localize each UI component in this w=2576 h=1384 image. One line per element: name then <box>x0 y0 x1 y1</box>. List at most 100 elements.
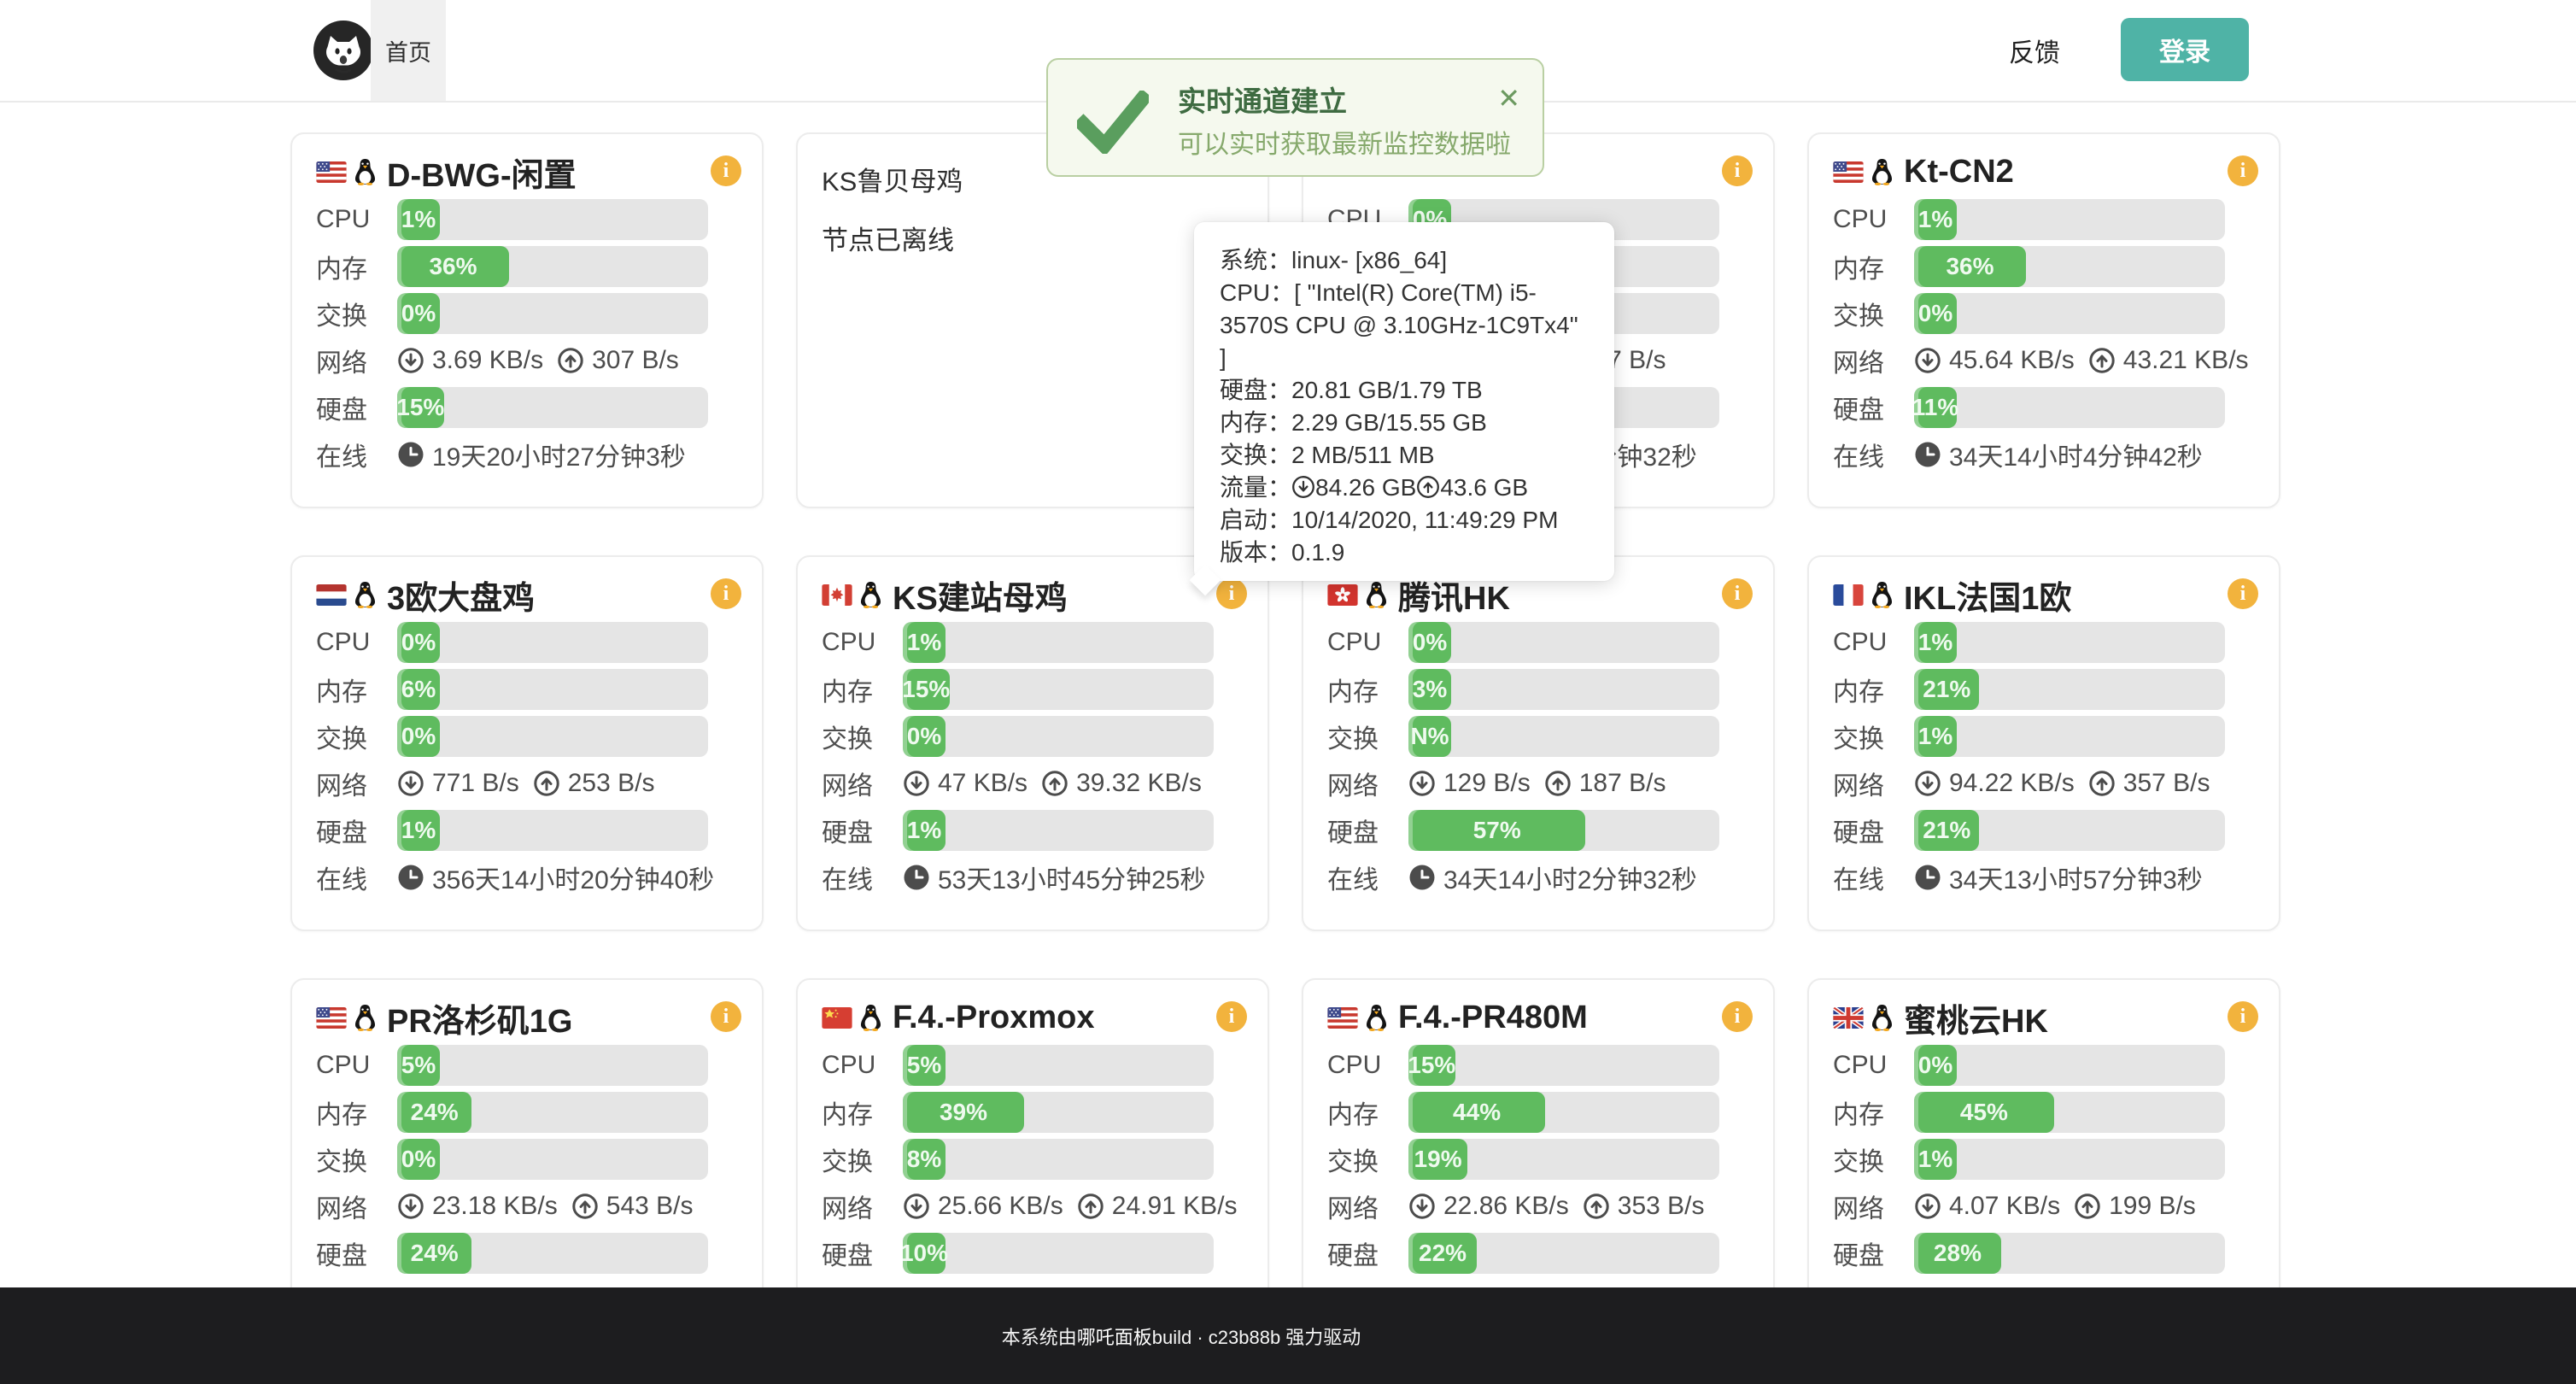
clock-icon <box>397 441 424 468</box>
linux-os-icon <box>1365 1004 1388 1031</box>
uptime-value: 34天13小时57分钟3秒 <box>1949 859 2203 896</box>
cpu-row: CPU 0% <box>1327 622 1773 663</box>
swap-percent: 1% <box>1918 1146 1952 1173</box>
disk-progress-bar: 21% <box>1914 810 2225 851</box>
info-icon[interactable]: i <box>711 1001 741 1032</box>
tab-home[interactable]: 首页 <box>371 0 446 101</box>
logo-avatar[interactable] <box>313 20 374 81</box>
memory-percent: 3% <box>1413 676 1447 703</box>
flag-us-icon <box>1327 1007 1358 1029</box>
info-icon[interactable]: i <box>1216 578 1247 609</box>
swap-percent: 19% <box>1414 1146 1462 1173</box>
cpu-progress-bar: 1% <box>903 622 1214 663</box>
network-row: 网络 771 B/s 253 B/s <box>316 763 762 804</box>
disk-progress-bar: 10% <box>903 1233 1214 1274</box>
cpu-progress-bar: 0% <box>1914 1045 2225 1086</box>
disk-percent: 22% <box>1419 1240 1467 1267</box>
network-label: 网络 <box>822 1188 903 1225</box>
download-speed: 94.22 KB/s <box>1949 769 2075 798</box>
linux-os-icon <box>1871 158 1894 185</box>
info-icon[interactable]: i <box>2228 578 2258 609</box>
memory-row: 内存 36% <box>316 246 762 287</box>
download-speed: 771 B/s <box>432 769 519 798</box>
memory-row: 内存 39% <box>822 1092 1268 1133</box>
swap-row: 交换 N% <box>1327 716 1773 757</box>
cpu-label: CPU <box>316 628 397 657</box>
server-card-header: 蜜桃云HK i <box>1833 997 2258 1038</box>
tooltip-line-value: 2 MB/511 MB <box>1291 442 1435 468</box>
cpu-progress-bar: 1% <box>397 199 708 240</box>
upload-arrow-icon <box>1583 1193 1610 1220</box>
nezha-panel-link[interactable]: 哪吒面板 <box>1077 1322 1152 1350</box>
info-icon[interactable]: i <box>1722 578 1753 609</box>
memory-label: 内存 <box>1327 1094 1408 1131</box>
download-arrow-icon <box>397 770 424 797</box>
network-label: 网络 <box>316 342 397 379</box>
swap-row: 交换 0% <box>316 1139 762 1180</box>
network-row: 网络 4.07 KB/s 199 B/s <box>1833 1186 2279 1227</box>
memory-label: 内存 <box>1833 1094 1914 1131</box>
disk-percent: 57% <box>1473 817 1521 844</box>
swap-percent: N% <box>1410 723 1449 750</box>
cpu-progress-bar: 1% <box>1914 622 2225 663</box>
info-icon[interactable]: i <box>2228 155 2258 186</box>
traffic-up-value: 43.6 GB <box>1440 474 1528 501</box>
close-icon[interactable]: ✕ <box>1497 82 1520 114</box>
disk-percent: 11% <box>1914 394 1958 421</box>
swap-label: 交换 <box>1833 295 1914 332</box>
disk-row: 硬盘 1% <box>316 810 762 851</box>
memory-progress-bar: 3% <box>1408 669 1719 710</box>
tooltip-line: 交换：2 MB/511 MB <box>1220 439 1589 472</box>
login-button[interactable]: 登录 <box>2121 18 2249 81</box>
disk-percent: 1% <box>401 817 436 844</box>
server-card: 腾讯HK i CPU 0% 内存 3% 交换 N% 网络 <box>1302 555 1775 931</box>
tab-home-label: 首页 <box>385 34 431 67</box>
flag-fr-icon <box>1833 584 1864 606</box>
upload-arrow-icon <box>2088 347 2116 374</box>
online-label: 在线 <box>1833 859 1914 896</box>
memory-progress-bar: 24% <box>397 1092 708 1133</box>
memory-percent: 45% <box>1960 1099 2008 1126</box>
memory-progress-bar: 44% <box>1408 1092 1719 1133</box>
cpu-label: CPU <box>316 205 397 234</box>
disk-progress-bar: 11% <box>1914 387 2225 428</box>
swap-percent: 0% <box>1918 300 1952 327</box>
info-icon[interactable]: i <box>1722 1001 1753 1032</box>
online-label: 在线 <box>316 436 397 473</box>
info-icon[interactable]: i <box>2228 1001 2258 1032</box>
memory-row: 内存 36% <box>1833 246 2279 287</box>
info-icon[interactable]: i <box>1216 1001 1247 1032</box>
cpu-row: CPU 1% <box>316 199 762 240</box>
upload-speed: 24.91 KB/s <box>1112 1192 1238 1221</box>
memory-percent: 36% <box>1946 253 1993 280</box>
network-row: 网络 45.64 KB/s 43.21 KB/s <box>1833 340 2279 381</box>
uptime-value: 53天13小时45分钟25秒 <box>938 859 1205 896</box>
tooltip-line-label: CPU： <box>1220 279 1294 306</box>
disk-label: 硬盘 <box>316 389 397 426</box>
online-row: 在线 34天14小时2分钟32秒 <box>1327 857 1773 898</box>
linux-os-icon <box>1871 1004 1894 1031</box>
cpu-label: CPU <box>1327 628 1408 657</box>
clock-icon <box>1408 864 1436 891</box>
disk-progress-bar: 57% <box>1408 810 1719 851</box>
server-name: IKL法国1欧 <box>1904 572 2071 619</box>
cpu-label: CPU <box>1327 1051 1408 1080</box>
download-speed: 23.18 KB/s <box>432 1192 558 1221</box>
disk-progress-bar: 24% <box>397 1233 708 1274</box>
info-icon[interactable]: i <box>711 578 741 609</box>
info-icon[interactable]: i <box>711 155 741 186</box>
feedback-link[interactable]: 反馈 <box>2009 0 2060 101</box>
server-card: 3欧大盘鸡 i CPU 0% 内存 6% 交换 0% 网络 <box>290 555 764 931</box>
online-row: 在线 19天20小时27分钟3秒 <box>316 434 762 475</box>
memory-row: 内存 44% <box>1327 1092 1773 1133</box>
tooltip-line-label: 交换： <box>1220 442 1291 468</box>
memory-label: 内存 <box>1327 671 1408 708</box>
info-icon[interactable]: i <box>1722 155 1753 186</box>
tooltip-line-label: 系统： <box>1220 247 1291 273</box>
server-card-header: D-BWG-闲置 i <box>316 151 741 192</box>
memory-label: 内存 <box>316 671 397 708</box>
download-speed: 4.07 KB/s <box>1949 1192 2060 1221</box>
cpu-progress-bar: 15% <box>1408 1045 1719 1086</box>
linux-os-icon <box>354 1004 377 1031</box>
download-speed: 45.64 KB/s <box>1949 346 2075 375</box>
